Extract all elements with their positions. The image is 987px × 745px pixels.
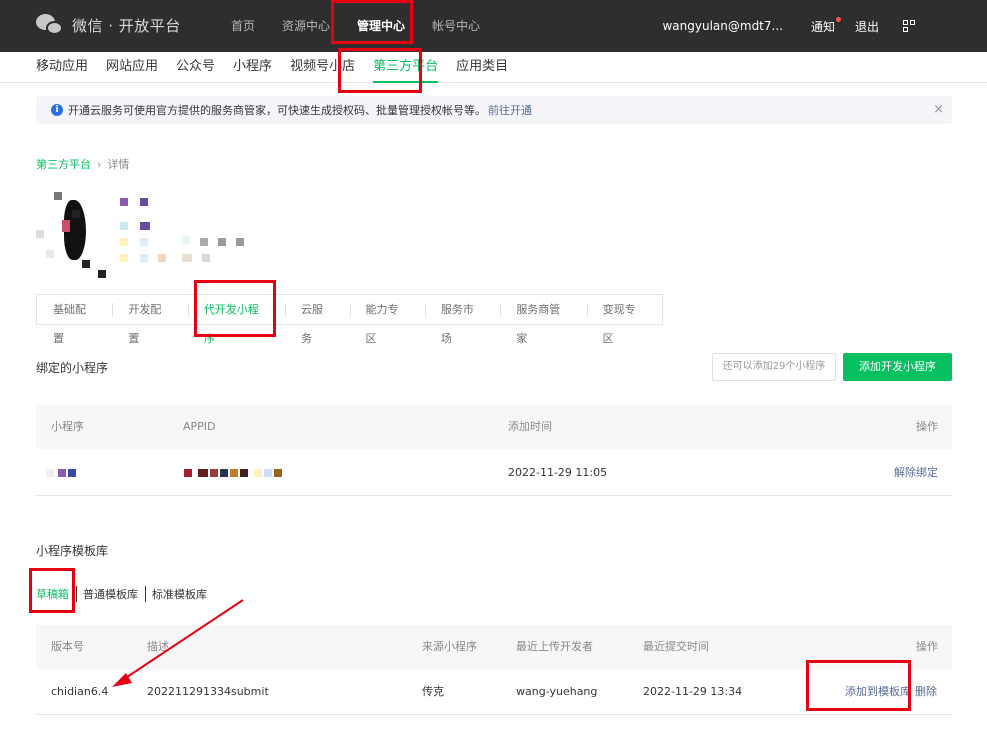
logo[interactable]: 微信 · 开放平台: [36, 12, 181, 38]
breadcrumb-current: 详情: [107, 158, 130, 171]
subnav-mini-program[interactable]: 小程序: [233, 52, 272, 82]
breadcrumb: 第三方平台 › 详情: [36, 156, 129, 172]
top-nav-account[interactable]: 帐号中心: [421, 0, 491, 52]
notice-dot-icon: [835, 16, 841, 22]
tpl-col-action: 操作: [916, 640, 938, 653]
subnav-mobile-app[interactable]: 移动应用: [36, 52, 88, 82]
bound-col-mini-program: 小程序: [51, 420, 84, 433]
tab-standard-templates[interactable]: 标准模板库: [145, 586, 214, 602]
tab-monetization[interactable]: 变现专区: [586, 295, 662, 345]
bound-table-header: 小程序 APPID 添加时间 操作: [36, 405, 952, 449]
template-section-title: 小程序模板库: [36, 544, 109, 558]
tab-service-market[interactable]: 服务市场: [424, 295, 500, 345]
top-nav: 首页 资源中心 管理中心 帐号中心: [220, 0, 496, 52]
redacted-mini-program-name: [46, 450, 76, 496]
info-icon: i: [51, 104, 63, 116]
template-table-header: 版本号 描述 来源小程序 最近上传开发者 最近提交时间 操作: [36, 625, 952, 669]
user-account[interactable]: wangyulan@mdt7...: [662, 19, 782, 33]
tab-normal-templates[interactable]: 普通模板库: [76, 586, 145, 602]
logout-link[interactable]: 退出: [855, 18, 879, 35]
platform-profile: [36, 190, 296, 280]
avatar: [36, 190, 108, 278]
info-banner: i 开通云服务可使用官方提供的服务商管家，可快速生成授权码、批量管理授权帐号等。…: [36, 96, 952, 124]
add-to-template-library-button[interactable]: 添加到模板库: [845, 669, 911, 715]
subnav-website-app[interactable]: 网站应用: [106, 52, 158, 82]
qr-code-icon[interactable]: [903, 20, 915, 32]
tab-dev-config[interactable]: 开发配置: [112, 295, 187, 345]
template-tabs: 草稿箱 普通模板库 标准模板库: [36, 585, 214, 603]
tpl-col-submit-time: 最近提交时间: [643, 640, 709, 653]
tab-drafts[interactable]: 草稿箱: [36, 586, 76, 602]
top-nav-home[interactable]: 首页: [220, 0, 266, 52]
banner-text: 开通云服务可使用官方提供的服务商管家，可快速生成授权码、批量管理授权帐号等。: [68, 104, 486, 117]
tab-agent-dev-mini-program[interactable]: 代开发小程序: [187, 295, 285, 345]
tab-cloud-service[interactable]: 云服务: [284, 295, 350, 345]
notice-link[interactable]: 通知: [810, 16, 841, 35]
bound-col-action: 操作: [916, 420, 938, 433]
table-row: chidian6.4 202211291334submit 传克 wang-yu…: [36, 669, 952, 715]
tab-service-manager[interactable]: 服务商管家: [500, 295, 586, 345]
subnav-channels-shop[interactable]: 视频号小店: [290, 52, 355, 82]
wechat-logo-icon: [36, 13, 64, 37]
subnav-third-party-platform[interactable]: 第三方平台: [373, 52, 439, 83]
add-dev-mini-program-button[interactable]: 添加开发小程序: [843, 353, 952, 381]
draft-developer: wang-yuehang: [516, 685, 598, 698]
bound-add-time: 2022-11-29 11:05: [508, 466, 608, 479]
top-right-tools: wangyulan@mdt7... 通知 退出: [662, 0, 987, 52]
draft-source: 传克: [422, 685, 444, 698]
table-row: 2022-11-29 11:05 解除绑定: [36, 450, 952, 496]
tpl-col-developer: 最近上传开发者: [516, 640, 593, 653]
top-bar: 微信 · 开放平台 首页 资源中心 管理中心 帐号中心 wangyulan@md…: [0, 0, 987, 52]
chevron-right-icon: ›: [97, 157, 102, 171]
unbind-button[interactable]: 解除绑定: [894, 450, 938, 496]
detail-tabs: 基础配置 开发配置 代开发小程序 云服务 能力专区 服务市场 服务商管家 变现专…: [36, 294, 663, 345]
top-nav-resources[interactable]: 资源中心: [271, 0, 341, 52]
tpl-col-version: 版本号: [51, 640, 84, 653]
draft-version: chidian6.4: [51, 685, 109, 698]
notice-label: 通知: [810, 19, 835, 34]
tab-basic-config[interactable]: 基础配置: [37, 295, 112, 345]
logo-title: 微信 · 开放平台: [72, 16, 181, 35]
tpl-col-description: 描述: [147, 640, 169, 653]
delete-draft-button[interactable]: 删除: [915, 669, 937, 715]
subnav-app-category[interactable]: 应用类目: [456, 52, 508, 82]
redacted-appid: [184, 450, 282, 496]
bound-col-appid: APPID: [183, 420, 216, 433]
close-icon[interactable]: ×: [933, 102, 944, 117]
bound-col-add-time: 添加时间: [508, 420, 552, 433]
top-nav-management[interactable]: 管理中心: [346, 0, 416, 52]
draft-submit-time: 2022-11-29 13:34: [643, 685, 743, 698]
subnav-official-account[interactable]: 公众号: [176, 52, 215, 82]
breadcrumb-parent[interactable]: 第三方平台: [36, 156, 91, 172]
banner-open-link[interactable]: 前往开通: [488, 102, 532, 118]
sub-nav: 移动应用 网站应用 公众号 小程序 视频号小店 第三方平台 应用类目: [0, 52, 987, 83]
tab-capabilities[interactable]: 能力专区: [349, 295, 425, 345]
remaining-quota-button[interactable]: 还可以添加29个小程序: [712, 353, 836, 381]
bound-section-title: 绑定的小程序: [36, 361, 109, 375]
draft-description: 202211291334submit: [147, 685, 269, 698]
tpl-col-source: 来源小程序: [422, 640, 477, 653]
